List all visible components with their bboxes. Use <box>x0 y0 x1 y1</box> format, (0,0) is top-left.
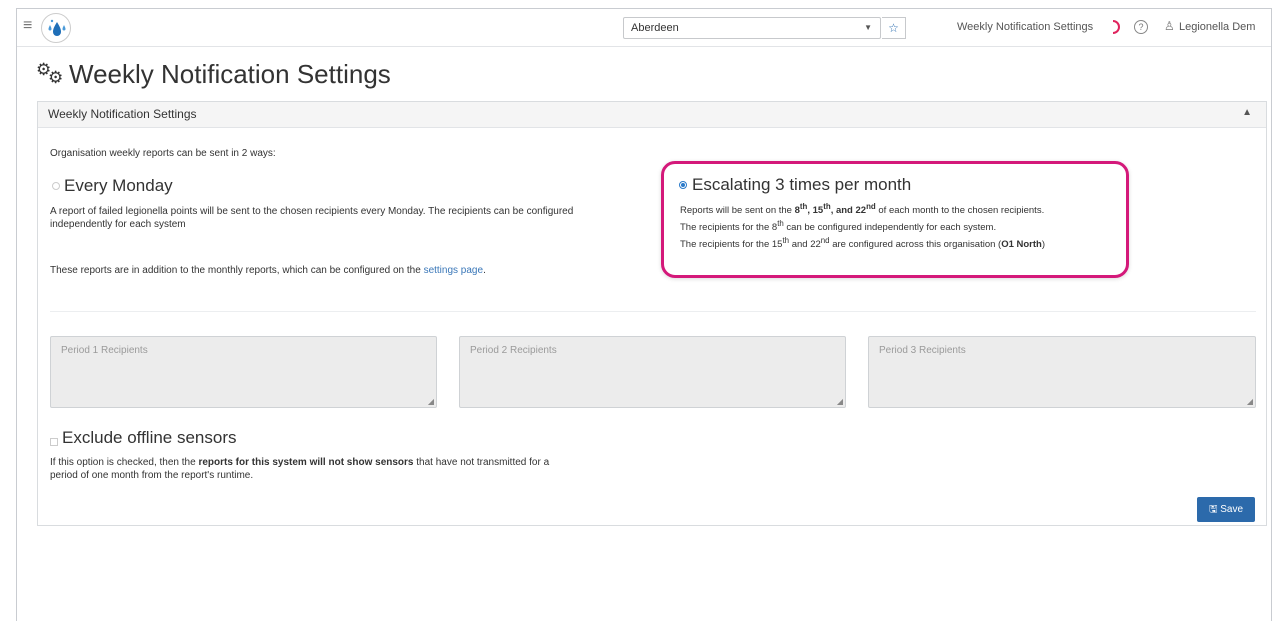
note-text: These reports are in addition to the mon… <box>50 265 421 276</box>
exclude-offline-description: If this option is checked, then the repo… <box>50 456 670 482</box>
option-every-monday-title[interactable]: Every Monday <box>64 176 173 196</box>
sup-th: th <box>777 219 784 229</box>
settings-panel: Weekly Notification Settings ▲ Organisat… <box>37 101 1267 526</box>
comma: , <box>807 205 810 217</box>
esc-line2-suffix: can be configured independently for each… <box>786 222 997 234</box>
sup-th: th <box>823 202 831 211</box>
radio-escalating[interactable] <box>679 181 687 189</box>
sup-nd: nd <box>866 202 876 211</box>
esc-line3-mid: and <box>791 239 808 251</box>
user-icon[interactable]: ♙ <box>1164 19 1175 33</box>
period-3-recipients-textarea[interactable]: Period 3 Recipients ◢ <box>868 336 1256 408</box>
page-title: Weekly Notification Settings <box>69 59 391 89</box>
settings-page-link[interactable]: settings page <box>424 265 484 276</box>
app-window: ≡ Aberdeen ▼ ☆ Weekly Notification Setti… <box>16 8 1272 621</box>
panel-header-title: Weekly Notification Settings <box>48 107 197 121</box>
exclude-desc-bold: reports for this system will not show se… <box>198 457 414 468</box>
resize-grip-icon[interactable]: ◢ <box>428 397 434 406</box>
gears-icon: ⚙ ⚙ <box>36 59 64 87</box>
monthly-reports-note: These reports are in addition to the mon… <box>50 264 486 277</box>
radio-every-monday[interactable] <box>52 182 60 190</box>
every-monday-description: A report of failed legionella points wil… <box>50 205 650 231</box>
star-icon: ☆ <box>888 21 899 35</box>
sup-nd: nd <box>820 236 830 246</box>
esc-line3-suffix: are configured across this organisation … <box>832 239 1002 251</box>
sup-th: th <box>782 236 790 246</box>
exclude-desc-prefix: If this option is checked, then the <box>50 457 196 468</box>
exclude-desc-suffix: that have not transmitted for a <box>416 457 550 468</box>
esc-line2-prefix: The recipients for the <box>680 222 770 234</box>
every-monday-desc-line2: independently for each system <box>50 219 186 230</box>
date-15: 15 <box>771 239 783 251</box>
divider <box>50 311 1256 312</box>
esc-line3-prefix: The recipients for the <box>680 239 770 251</box>
exclude-offline-checkbox[interactable] <box>50 438 58 446</box>
menu-icon[interactable]: ≡ <box>23 18 32 34</box>
site-select-value: Aberdeen <box>631 22 679 34</box>
chevron-up-icon[interactable]: ▲ <box>1242 107 1252 118</box>
save-label: Save <box>1220 504 1244 515</box>
period-2-recipients-placeholder: Period 2 Recipients <box>470 345 557 356</box>
and-text: , and <box>830 205 853 217</box>
close-paren: ) <box>1041 239 1046 251</box>
site-select[interactable]: Aberdeen ▼ <box>623 17 881 39</box>
save-icon: 🖫 <box>1208 504 1218 515</box>
date-22: 22 <box>855 205 867 217</box>
help-icon[interactable]: ? <box>1134 20 1148 34</box>
period-1-recipients-placeholder: Period 1 Recipients <box>61 345 148 356</box>
chevron-down-icon: ▼ <box>864 23 872 32</box>
favourite-button[interactable]: ☆ <box>882 17 906 39</box>
exclude-offline-title[interactable]: Exclude offline sensors <box>62 428 237 448</box>
note-suffix: . <box>483 265 486 276</box>
resize-grip-icon[interactable]: ◢ <box>1247 397 1253 406</box>
date-15: 15 <box>812 205 824 217</box>
save-button[interactable]: 🖫 Save <box>1197 497 1255 522</box>
exclude-desc-line2: period of one month from the report's ru… <box>50 470 254 481</box>
page-heading: ⚙ ⚙ Weekly Notification Settings <box>35 59 391 90</box>
loading-spinner-icon <box>1112 20 1120 34</box>
escalating-description: Reports will be sent on the 8th, 15th, a… <box>680 200 1120 251</box>
esc-line1-prefix: Reports will be sent on the <box>680 205 792 217</box>
top-bar: ≡ Aberdeen ▼ ☆ Weekly Notification Setti… <box>17 9 1271 47</box>
period-3-recipients-placeholder: Period 3 Recipients <box>879 345 966 356</box>
nav-page-title[interactable]: Weekly Notification Settings <box>957 21 1093 33</box>
organisation-name: O1 North <box>1001 239 1042 251</box>
period-1-recipients-textarea[interactable]: Period 1 Recipients ◢ <box>50 336 437 408</box>
every-monday-desc-line1: A report of failed legionella points wil… <box>50 206 574 217</box>
escalating-option-highlight: Escalating 3 times per month Reports wil… <box>661 161 1129 278</box>
panel-header[interactable]: Weekly Notification Settings ▲ <box>38 102 1266 128</box>
esc-line1-suffix: of each month to the chosen recipients. <box>878 205 1045 217</box>
app-logo[interactable] <box>41 13 71 43</box>
period-2-recipients-textarea[interactable]: Period 2 Recipients ◢ <box>459 336 846 408</box>
user-name[interactable]: Legionella Dem <box>1179 21 1255 33</box>
intro-text: Organisation weekly reports can be sent … <box>50 148 276 159</box>
option-escalating-title[interactable]: Escalating 3 times per month <box>692 175 911 195</box>
resize-grip-icon[interactable]: ◢ <box>837 397 843 406</box>
date-22: 22 <box>810 239 821 251</box>
